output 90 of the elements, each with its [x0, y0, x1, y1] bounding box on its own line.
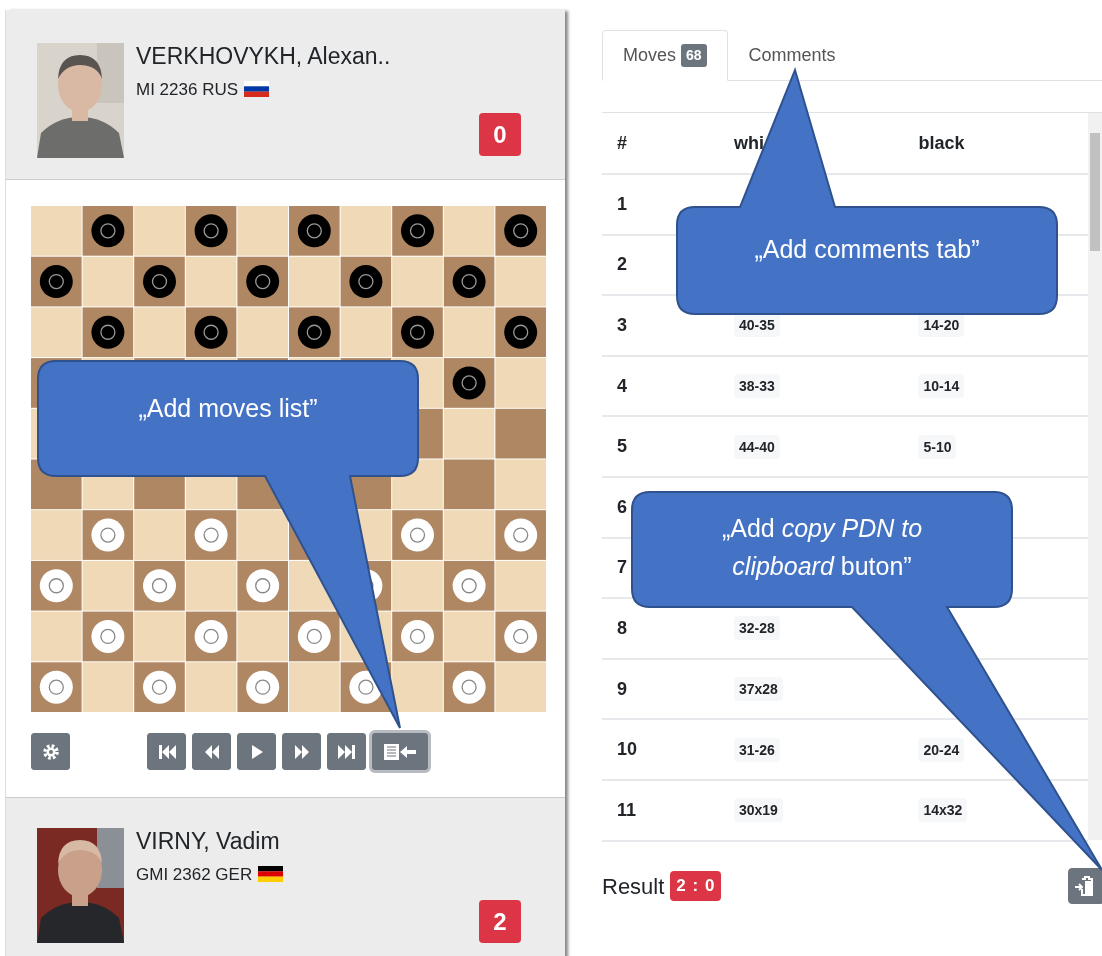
move-chip[interactable]: 20-24 — [918, 737, 965, 762]
column-header: # — [602, 113, 719, 174]
clipboard-icon — [1074, 875, 1096, 897]
checker-piece[interactable] — [246, 670, 280, 704]
move-chip[interactable]: 30x19 — [733, 798, 783, 823]
player-info: MI 2236 RUS — [136, 78, 239, 101]
next-button[interactable] — [282, 733, 321, 770]
move-chip[interactable]: 5-10 — [918, 434, 957, 459]
skip-back-icon — [157, 743, 176, 760]
count-badge: 68 — [681, 44, 707, 67]
player-info: GMI 2362 GER — [136, 863, 253, 886]
move-chip[interactable]: 31-26 — [733, 737, 780, 762]
checker-piece[interactable] — [452, 670, 486, 704]
checker-piece[interactable] — [194, 518, 228, 552]
skip-forward-icon — [337, 743, 356, 760]
checker-piece[interactable] — [401, 214, 434, 248]
checker-piece[interactable] — [143, 569, 176, 603]
flag-icon — [258, 866, 284, 883]
checker-piece[interactable] — [39, 670, 73, 704]
move-number: 5 — [617, 436, 627, 457]
checker-piece[interactable] — [452, 366, 486, 400]
callout-text: „Add comments tab” — [753, 234, 981, 265]
result-badge: 2 : 0 — [670, 871, 722, 901]
checker-piece[interactable] — [297, 315, 331, 349]
player-name: VIRNY, Vadim — [136, 828, 281, 856]
move-number: 9 — [617, 678, 627, 699]
checker-piece[interactable] — [246, 569, 280, 603]
move-number: 8 — [617, 617, 627, 638]
copy-button[interactable] — [1068, 868, 1102, 904]
checker-piece[interactable] — [504, 214, 538, 248]
scrollbar[interactable] — [1088, 113, 1102, 840]
checker-piece[interactable] — [91, 518, 125, 552]
move-chip[interactable]: 37x28 — [733, 677, 783, 702]
first-button[interactable] — [147, 733, 186, 770]
move-number: 1 — [617, 193, 627, 214]
moves-list-button[interactable] — [372, 733, 428, 770]
move-number: 11 — [617, 799, 637, 820]
checker-piece[interactable] — [39, 569, 73, 603]
checker-piece[interactable] — [452, 569, 486, 603]
player-name: VERKHOVYKH, Alexan.. — [136, 43, 392, 71]
checker-piece[interactable] — [452, 265, 486, 299]
checker-piece[interactable] — [297, 619, 331, 653]
result-label: Result — [602, 872, 665, 901]
rewind-icon — [203, 743, 220, 760]
move-chip[interactable]: 40-35 — [733, 313, 780, 338]
tab[interactable]: Moves 68 — [602, 30, 728, 81]
move-chip[interactable]: 32-28 — [733, 616, 780, 641]
checker-piece[interactable] — [194, 619, 228, 653]
move-chip[interactable]: 10-14 — [918, 374, 965, 399]
checker-piece[interactable] — [401, 619, 434, 653]
checker-piece[interactable] — [349, 265, 383, 299]
checker-piece[interactable] — [91, 214, 125, 248]
checker-piece[interactable] — [91, 619, 125, 653]
move-number: 3 — [617, 315, 627, 335]
move-number: 2 — [617, 254, 627, 275]
score-badge: 2 — [479, 900, 521, 943]
checker-piece[interactable] — [194, 315, 228, 349]
last-button[interactable] — [327, 733, 366, 770]
prev-button[interactable] — [192, 733, 231, 770]
settings-button[interactable] — [31, 733, 70, 770]
move-number: 7 — [617, 557, 627, 578]
move-chip[interactable]: 14x32 — [918, 798, 968, 823]
checker-piece[interactable] — [297, 214, 331, 248]
checker-piece[interactable] — [246, 265, 280, 299]
checker-piece[interactable] — [504, 619, 538, 653]
settings-icon — [41, 742, 60, 761]
move-number: 6 — [617, 496, 627, 517]
move-chip[interactable]: 14-20 — [918, 313, 965, 338]
fast-forward-icon — [293, 743, 310, 760]
list-arrow-icon — [383, 742, 417, 761]
checker-piece[interactable] — [401, 315, 434, 349]
tab[interactable]: Comments — [727, 30, 857, 81]
checker-piece[interactable] — [91, 315, 125, 349]
checker-piece[interactable] — [143, 265, 176, 299]
score-badge: 0 — [479, 113, 521, 156]
move-number: 4 — [617, 375, 627, 396]
play-icon — [249, 743, 264, 760]
move-chip[interactable]: 44-40 — [733, 434, 780, 459]
checker-piece[interactable] — [39, 265, 73, 299]
play-button[interactable] — [237, 733, 276, 770]
checker-piece[interactable] — [401, 518, 434, 552]
flag-icon — [244, 81, 270, 98]
checker-piece[interactable] — [194, 214, 228, 248]
callout-text: „Add copy PDN to clipboard buton” — [720, 513, 924, 582]
checker-piece[interactable] — [504, 518, 538, 552]
move-chip[interactable]: 38-33 — [733, 374, 780, 399]
callout-text: „Add moves list” — [137, 393, 319, 424]
checker-piece[interactable] — [143, 670, 176, 704]
checker-piece[interactable] — [504, 315, 538, 349]
move-number: 10 — [617, 739, 638, 760]
